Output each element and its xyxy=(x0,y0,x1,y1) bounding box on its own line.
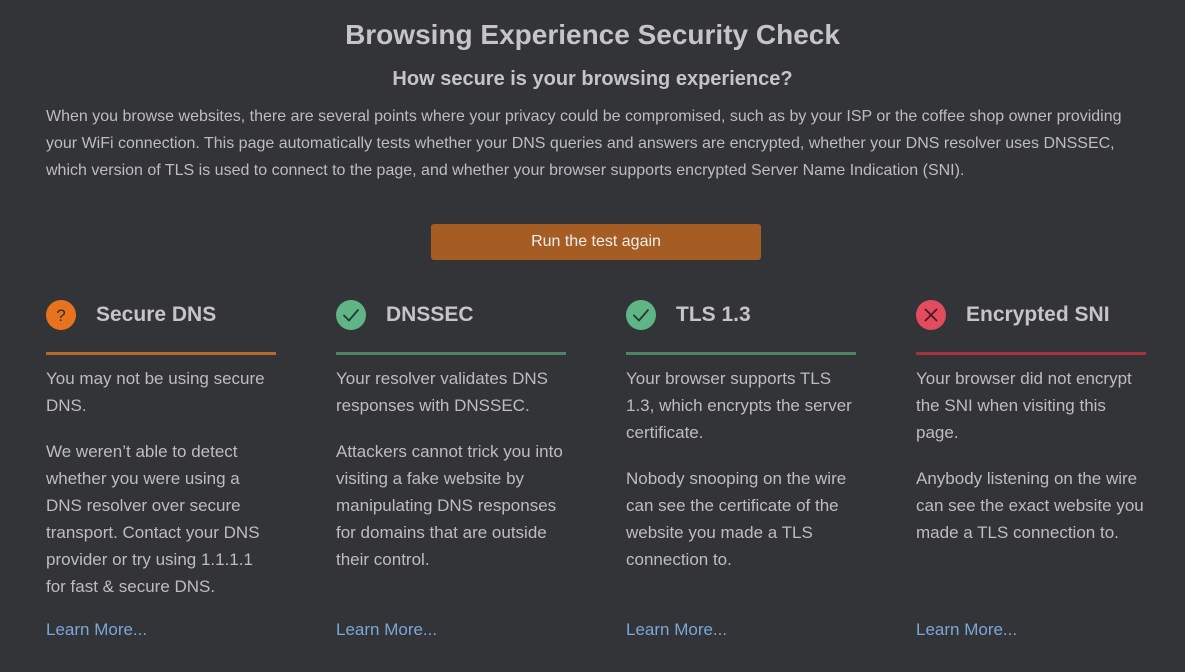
card-detail: Attackers cannot trick you into visiting… xyxy=(336,442,563,569)
intro-paragraph: When you browse websites, there are seve… xyxy=(46,108,1122,179)
card-title: Secure DNS xyxy=(96,303,217,326)
x-icon xyxy=(916,300,946,330)
card-header: TLS 1.3 xyxy=(626,298,856,355)
check-icon xyxy=(626,300,656,330)
card-title: Encrypted SNI xyxy=(966,303,1110,326)
run-test-again-button[interactable]: Run the test again xyxy=(431,224,761,260)
learn-more-link-tls13[interactable]: Learn More... xyxy=(626,619,727,641)
card-summary: Your browser did not encrypt the SNI whe… xyxy=(916,369,1132,442)
page-subtitle: How secure is your browsing experience? xyxy=(392,68,793,90)
card-header: DNSSEC xyxy=(336,298,566,355)
card-title: DNSSEC xyxy=(386,303,474,326)
card-detail: We weren’t able to detect whether you we… xyxy=(46,442,260,596)
learn-more-link-secure-dns[interactable]: Learn More... xyxy=(46,619,147,641)
learn-more-link-dnssec[interactable]: Learn More... xyxy=(336,619,437,641)
card-header: Encrypted SNI xyxy=(916,298,1146,355)
card-summary: Your browser supports TLS 1.3, which enc… xyxy=(626,369,852,442)
question-icon: ? xyxy=(46,300,76,330)
svg-text:?: ? xyxy=(56,306,65,325)
card-detail: Nobody snooping on the wire can see the … xyxy=(626,469,847,569)
card-summary: Your resolver validates DNS responses wi… xyxy=(336,369,548,415)
card-title: TLS 1.3 xyxy=(676,303,751,326)
page-title: Browsing Experience Security Check xyxy=(345,19,840,50)
card-dnssec: DNSSEC Your resolver validates DNS respo… xyxy=(336,298,566,592)
check-icon xyxy=(336,300,366,330)
card-encrypted-sni: Encrypted SNI Your browser did not encry… xyxy=(916,298,1146,565)
card-summary: You may not be using secure DNS. xyxy=(46,369,265,415)
learn-more-link-encrypted-sni[interactable]: Learn More... xyxy=(916,619,1017,641)
card-tls13: TLS 1.3 Your browser supports TLS 1.3, w… xyxy=(626,298,856,592)
card-detail: Anybody listening on the wire can see th… xyxy=(916,469,1144,542)
card-header: ? Secure DNS xyxy=(46,298,276,355)
card-secure-dns: ? Secure DNS You may not be using secure… xyxy=(46,298,276,619)
